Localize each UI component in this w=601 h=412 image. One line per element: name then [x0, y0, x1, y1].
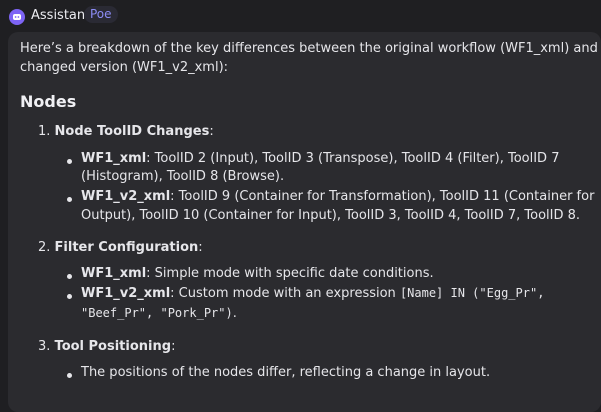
bullet-label: WF1_xml [81, 266, 147, 281]
bullet-line-cont: Output), ToolID 10 (Container for Input)… [81, 208, 581, 223]
list-item-colon: : [198, 240, 203, 255]
bullet-icon [67, 197, 72, 202]
section-heading: Nodes [20, 92, 77, 111]
bullet-text: : ToolID 2 (Input), ToolID 3 (Transpose)… [146, 151, 560, 166]
list-number: 1. [38, 124, 51, 139]
message-header: Assistant Poe [0, 0, 601, 34]
bot-name[interactable]: Assistant [31, 8, 90, 23]
list-item-title: Tool Positioning [54, 339, 172, 354]
bullet-line: WF1_xml: ToolID 2 (Input), ToolID 3 (Tra… [81, 151, 559, 166]
list-item-title: Filter Configuration [54, 240, 199, 255]
bullet-text: . [232, 306, 237, 321]
list-item-title: Node ToolID Changes [54, 124, 210, 139]
bot-avatar-icon[interactable] [9, 9, 25, 25]
bullet-line: WF1_xml: Simple mode with specific date … [81, 266, 434, 281]
list-item-1: 1. Node ToolID Changes: [38, 124, 214, 139]
bullet-label: WF1_v2_xml [81, 189, 171, 204]
bullet-line-cont: "Beef_Pr", "Pork_Pr"). [81, 306, 237, 321]
list-item-colon: : [209, 124, 214, 139]
bullet-line: The positions of the nodes differ, refle… [81, 365, 491, 380]
bullet-icon [67, 159, 72, 164]
list-number: 2. [38, 240, 51, 255]
bullet-icon [67, 373, 72, 378]
intro-line-2: changed version (WF1_v2_xml): [20, 60, 229, 75]
bullet-line: WF1_v2_xml: ToolID 9 (Container for Tran… [81, 189, 594, 204]
bullet-text: : ToolID 9 (Container for Transformation… [170, 189, 595, 204]
bullet-text: : Simple mode with specific date conditi… [146, 266, 434, 281]
bullet-line-cont: (Histogram), ToolID 8 (Browse). [81, 169, 285, 184]
bullet-label: WF1_v2_xml [81, 286, 171, 301]
code-snippet: "Beef_Pr", "Pork_Pr") [81, 306, 233, 320]
bullet-label: WF1_xml [81, 151, 147, 166]
bullet-text: : Custom mode with an expression [170, 286, 400, 301]
bullet-icon [67, 294, 72, 299]
bot-badge: Poe [84, 6, 118, 23]
list-item-colon: : [171, 339, 176, 354]
list-item-3: 3. Tool Positioning: [38, 339, 175, 354]
bullet-icon [67, 274, 72, 279]
bullet-line: WF1_v2_xml: Custom mode with an expressi… [81, 286, 544, 301]
intro-line-1: Here’s a breakdown of the key difference… [20, 41, 601, 56]
code-snippet: [Name] IN ("Egg_Pr", [399, 286, 545, 300]
list-number: 3. [38, 339, 51, 354]
list-item-2: 2. Filter Configuration: [38, 240, 203, 255]
